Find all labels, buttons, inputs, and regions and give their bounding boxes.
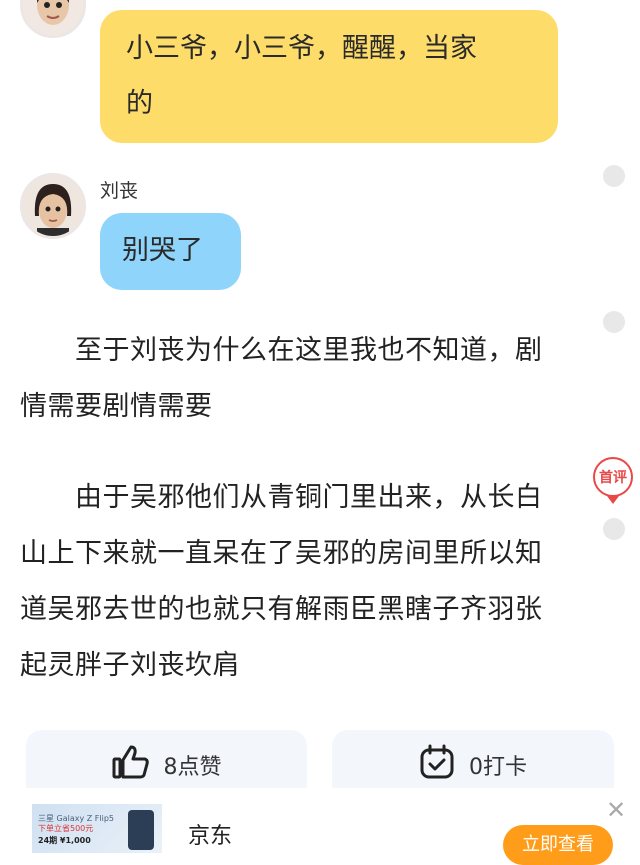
paragraph-line: 由于吴邪他们从青铜门里出来，从长白 [20,482,543,513]
paragraph-line: 起灵胖子刘丧坎肩 [20,650,240,681]
calendar-check-icon [419,744,455,786]
avatar[interactable] [20,0,86,38]
ad-image[interactable]: 三星 Galaxy Z Flip5 下单立省500元 24期 ¥1,000 [32,804,162,853]
phone-graphic [128,810,154,850]
paragraph-line: 道吴邪去世的也就只有解雨臣黑瞎子齐羽张 [20,594,543,625]
sender-name: 刘丧 [100,180,139,202]
paragraph-line: 山上下来就一直呆在了吴邪的房间里所以知 [20,538,543,569]
message-text-line: 小三爷，小三爷，醒醒，当家 [126,33,477,64]
message-text: 别哭了 [122,235,203,266]
message-text-line: 的 [126,88,153,119]
avatar-image [23,176,83,236]
close-icon[interactable]: ✕ [606,796,626,824]
paragraph-line: 至于刘丧为什么在这里我也不知道，剧 [20,335,543,366]
ad-brand: 京东 [188,824,233,849]
paragraph-line: 情需要剧情需要 [20,391,213,422]
message-bubble: 小三爷，小三爷，醒醒，当家 的 [100,10,558,143]
narration-paragraph: 由于吴邪他们从青铜门里出来，从长白 山上下来就一直呆在了吴邪的房间里所以知 道吴… [20,470,620,694]
narration-paragraph: 至于刘丧为什么在这里我也不知道，剧 情需要剧情需要 [20,323,620,435]
status-dot [603,165,625,187]
ad-cta-button[interactable]: 立即查看 [503,825,613,865]
avatar[interactable] [20,173,86,239]
avatar-image [23,0,83,35]
message-bubble: 别哭了 [100,213,241,290]
checkin-count: 0打卡 [469,755,527,780]
thumbs-up-icon [112,744,150,786]
ad-banner[interactable]: 三星 Galaxy Z Flip5 下单立省500元 24期 ¥1,000 京东… [0,788,640,865]
like-count: 8点赞 [163,755,222,780]
